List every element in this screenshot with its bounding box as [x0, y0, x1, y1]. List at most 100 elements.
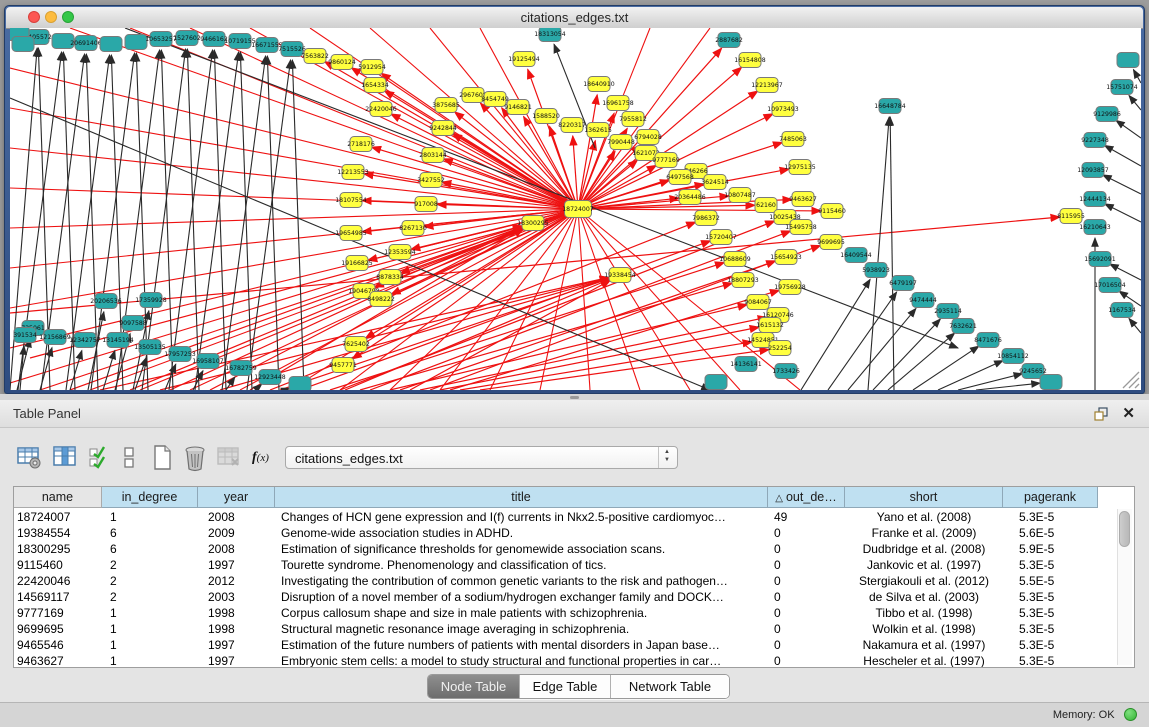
cell-in_degree[interactable]: 1 [102, 637, 198, 653]
cell-out_de[interactable]: 0 [768, 589, 845, 605]
cell-out_de[interactable]: 0 [768, 605, 845, 621]
cell-pagerank[interactable]: 5.9E-5 [1003, 541, 1098, 557]
table-mode-button[interactable] [16, 444, 44, 472]
cell-in_degree[interactable]: 6 [102, 525, 198, 541]
network-window-titlebar[interactable]: citations_edges.txt [6, 7, 1143, 29]
network-node[interactable]: 12213553 [337, 165, 369, 180]
cell-title[interactable]: Estimation of significance thresholds fo… [275, 541, 768, 557]
network-node-hub[interactable]: 18724007 [562, 201, 594, 218]
network-node[interactable]: 1733426 [772, 364, 800, 379]
cell-year[interactable]: 2008 [198, 541, 275, 557]
table-row[interactable]: 911546021997Tourette syndrome. Phenomeno… [14, 557, 1118, 573]
cell-short[interactable]: Nakamura et al. (1997) [845, 637, 1003, 653]
cell-pagerank[interactable]: 5.5E-5 [1003, 573, 1098, 589]
network-node[interactable]: 20691406 [70, 36, 102, 51]
network-node[interactable] [1040, 375, 1062, 390]
network-node[interactable]: 18107554 [335, 193, 367, 208]
network-node[interactable]: 18640910 [583, 77, 615, 92]
column-header-year[interactable]: year [198, 487, 275, 508]
table-row[interactable]: 969969511998Structural magnetic resonanc… [14, 621, 1118, 637]
select-all-rows-button[interactable] [88, 444, 116, 472]
show-columns-button[interactable] [52, 444, 80, 472]
deselect-rows-button[interactable] [120, 444, 148, 472]
table-scrollbar[interactable] [1117, 509, 1132, 665]
cell-year[interactable]: 2008 [198, 509, 275, 525]
float-panel-icon[interactable] [1093, 406, 1109, 422]
network-node[interactable]: 9463627 [789, 192, 817, 207]
network-node[interactable]: 12975135 [784, 160, 816, 175]
cell-pagerank[interactable]: 5.3E-5 [1003, 637, 1098, 653]
network-node[interactable]: 15720407 [705, 230, 737, 245]
cell-pagerank[interactable]: 5.3E-5 [1003, 589, 1098, 605]
cell-title[interactable]: Embryonic stem cells: a model to study s… [275, 653, 768, 668]
cell-short[interactable]: Dudbridge et al. (2008) [845, 541, 1003, 557]
network-node[interactable]: 10807487 [724, 188, 756, 203]
column-header-title[interactable]: title [275, 487, 768, 508]
cell-pagerank[interactable]: 5.3E-5 [1003, 605, 1098, 621]
cell-in_degree[interactable]: 6 [102, 541, 198, 557]
network-node[interactable]: 20364486 [674, 190, 706, 205]
delete-table-button[interactable] [216, 444, 244, 472]
cell-title[interactable]: Corpus callosum shape and size in male p… [275, 605, 768, 621]
network-node[interactable]: 391534 [13, 328, 37, 343]
network-view-window[interactable]: citations_edges.txt 18724007240557220691… [4, 5, 1145, 394]
network-node[interactable]: 7485063 [779, 132, 807, 147]
network-node[interactable]: 8471676 [974, 333, 1002, 348]
network-node[interactable]: 19125494 [508, 52, 540, 67]
network-node[interactable]: 12213967 [751, 78, 783, 93]
network-node[interactable]: 16961758 [602, 96, 634, 111]
network-node[interactable]: 17359928 [135, 293, 167, 308]
network-node[interactable]: 2887682 [715, 33, 743, 48]
network-node[interactable]: 9227348 [1081, 133, 1109, 148]
cell-title[interactable]: Tourette syndrome. Phenomenology and cla… [275, 557, 768, 573]
network-node[interactable]: 2935114 [934, 304, 962, 319]
network-node[interactable]: 8878334 [376, 270, 404, 285]
network-node[interactable]: 8498222 [367, 292, 395, 307]
network-node[interactable]: 1362615 [584, 123, 612, 138]
cell-pagerank[interactable]: 5.6E-5 [1003, 525, 1098, 541]
network-node[interactable]: 16154808 [734, 53, 766, 68]
network-node[interactable]: 12444134 [1079, 192, 1111, 207]
network-node[interactable]: 917008 [414, 197, 438, 212]
function-builder-button[interactable]: f(x) [252, 448, 280, 476]
cell-short[interactable]: Stergiakouli et al. (2012) [845, 573, 1003, 589]
cell-in_degree[interactable]: 2 [102, 557, 198, 573]
cell-year[interactable]: 1997 [198, 653, 275, 668]
cell-name[interactable]: 18724007 [14, 509, 102, 525]
cell-out_de[interactable]: 0 [768, 541, 845, 557]
network-node[interactable]: 9129986 [1093, 107, 1121, 122]
network-node[interactable]: 3427552 [417, 173, 445, 188]
network-node[interactable]: 19654985 [335, 226, 367, 241]
cell-short[interactable]: Wolkin et al. (1998) [845, 621, 1003, 637]
cell-short[interactable]: Franke et al. (2009) [845, 525, 1003, 541]
column-header-name[interactable]: name [14, 487, 102, 508]
cell-title[interactable]: Investigating the contribution of common… [275, 573, 768, 589]
network-node[interactable]: 2718176 [347, 137, 375, 152]
cell-out_de[interactable]: 0 [768, 525, 845, 541]
cell-in_degree[interactable]: 1 [102, 653, 198, 668]
cell-name[interactable]: 9777169 [14, 605, 102, 621]
network-node[interactable]: 12923448 [254, 370, 286, 385]
resize-grip[interactable] [1123, 372, 1139, 388]
network-node[interactable]: 10688609 [719, 252, 751, 267]
table-row[interactable]: 946554611997Estimation of the future num… [14, 637, 1118, 653]
cell-name[interactable]: 22420046 [14, 573, 102, 589]
cell-in_degree[interactable]: 2 [102, 573, 198, 589]
network-node[interactable]: 6497568 [666, 170, 694, 185]
network-node[interactable]: 9860124 [328, 55, 356, 70]
network-node[interactable]: 18313054 [534, 28, 566, 42]
network-node[interactable]: 8115955 [1057, 209, 1085, 224]
tab-node-table[interactable]: Node Table [428, 675, 520, 698]
close-panel-icon[interactable]: ✕ [1122, 404, 1135, 422]
cell-out_de[interactable]: 0 [768, 637, 845, 653]
column-header-out_de[interactable]: △out_de… [768, 487, 845, 508]
cell-year[interactable]: 2012 [198, 573, 275, 589]
cell-year[interactable]: 1997 [198, 557, 275, 573]
cell-title[interactable]: Disruption of a novel member of a sodium… [275, 589, 768, 605]
network-node[interactable]: 16648784 [874, 99, 906, 114]
create-column-button[interactable] [150, 444, 178, 472]
cell-pagerank[interactable]: 5.3E-5 [1003, 509, 1098, 525]
table-row[interactable]: 946362711997Embryonic stem cells: a mode… [14, 653, 1118, 668]
network-node[interactable]: 16782759 [225, 361, 257, 376]
cell-name[interactable]: 9699695 [14, 621, 102, 637]
